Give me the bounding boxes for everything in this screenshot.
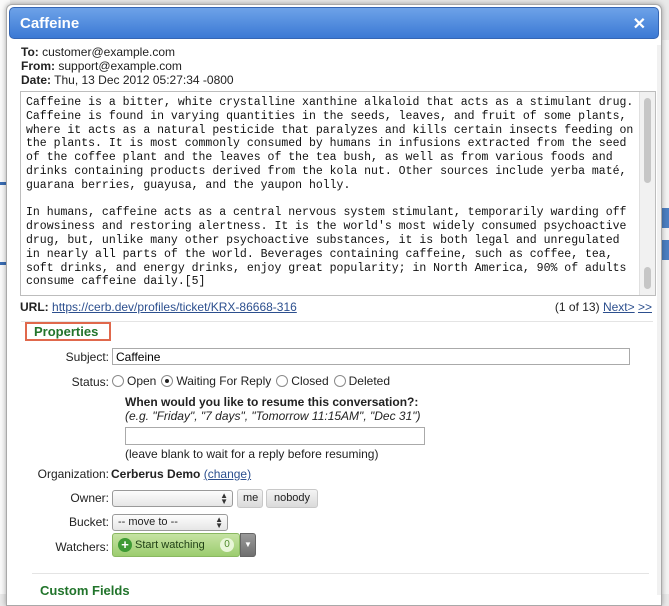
to-label: To:	[21, 45, 39, 59]
status-option-label: Waiting For Reply	[176, 374, 272, 388]
status-radio-open[interactable]	[112, 375, 124, 387]
message-body[interactable]: Caffeine is a bitter, white crystalline …	[20, 91, 656, 296]
ticket-url-link[interactable]: https://cerb.dev/profiles/ticket/KRX-866…	[52, 300, 297, 314]
resume-hint: (leave blank to wait for a reply before …	[125, 447, 379, 461]
bucket-label: Bucket:	[68, 515, 109, 529]
plus-icon: +	[118, 538, 132, 552]
owner-nobody-button[interactable]: nobody	[266, 489, 318, 508]
status-radio-group: Open Waiting For Reply Closed Deleted	[112, 373, 395, 389]
scrollbar-thumb-lower	[644, 267, 651, 289]
background-fragment	[661, 240, 669, 260]
from-label: From:	[21, 59, 55, 73]
select-arrows-icon: ▲ ▼	[215, 515, 223, 530]
scrollbar-thumb[interactable]	[644, 98, 651, 183]
select-arrows-icon: ▲ ▼	[220, 491, 228, 506]
date-value: Thu, 13 Dec 2012 05:27:34 -0800	[54, 73, 234, 87]
resume-examples: (e.g. "Friday", "7 days", "Tomorrow 11:1…	[125, 409, 421, 423]
message-content: Caffeine is a bitter, white crystalline …	[26, 96, 638, 289]
divider	[21, 321, 653, 322]
chevron-down-icon: ▼	[244, 540, 252, 549]
organization-change-link[interactable]: (change)	[204, 467, 251, 481]
custom-fields-divider	[32, 573, 649, 574]
next-link[interactable]: Next>	[603, 300, 635, 314]
organization-value: Cerberus Demo	[111, 467, 201, 481]
close-icon[interactable]: ✕	[633, 14, 646, 34]
status-label: Status:	[71, 375, 109, 389]
watchers-label: Watchers:	[55, 540, 109, 554]
status-radio-waiting[interactable]	[161, 375, 174, 387]
subject-label: Subject:	[65, 350, 109, 364]
bucket-select[interactable]: -- move to -- ▲ ▼	[112, 514, 228, 531]
dialog-titlebar[interactable]: Caffeine ✕	[9, 7, 659, 39]
date-label: Date:	[21, 73, 52, 87]
start-watching-label: Start watching	[135, 539, 205, 551]
message-paragraph-2: In humans, caffeine acts as a central ne…	[26, 206, 634, 289]
pager: (1 of 13) Next> >>	[555, 300, 652, 314]
status-option-label: Deleted	[348, 374, 391, 388]
status-option-label: Open	[127, 374, 157, 388]
dialog-title: Caffeine	[20, 15, 80, 32]
organization-label: Organization:	[37, 467, 109, 481]
to-value: customer@example.com	[42, 45, 175, 59]
owner-select[interactable]: ▲ ▼	[112, 490, 233, 507]
organization: Cerberus Demo (change)	[111, 467, 251, 481]
background-fragment	[661, 208, 669, 228]
watchers-dropdown-button[interactable]: ▼	[240, 533, 256, 557]
owner-me-button[interactable]: me	[237, 489, 263, 508]
message-paragraph-1: Caffeine is a bitter, white crystalline …	[26, 96, 641, 192]
ticket-peek-dialog: Caffeine ✕ To: customer@example.com From…	[6, 4, 662, 606]
custom-fields-title: Custom Fields	[40, 583, 130, 598]
from-value: support@example.com	[58, 59, 182, 73]
url-row: URL: https://cerb.dev/profiles/ticket/KR…	[20, 300, 656, 316]
dialog-scrollbar[interactable]	[657, 45, 661, 595]
owner-label: Owner:	[70, 491, 109, 505]
status-option-label: Closed	[291, 374, 329, 388]
resume-input[interactable]	[125, 427, 425, 445]
last-link[interactable]: >>	[638, 300, 652, 314]
subject-input[interactable]	[112, 348, 630, 365]
pager-count: (1 of 13)	[554, 300, 600, 314]
start-watching-button[interactable]: + Start watching 0	[112, 533, 240, 557]
properties-title: Properties	[34, 324, 99, 339]
resume-question: When would you like to resume this conve…	[125, 395, 419, 409]
message-scrollbar[interactable]	[639, 92, 655, 295]
message-headers: To: customer@example.com From: support@e…	[21, 45, 234, 87]
bucket-select-value: -- move to --	[118, 516, 178, 528]
status-radio-closed[interactable]	[276, 375, 289, 387]
url-label: URL:	[20, 300, 49, 314]
status-radio-deleted[interactable]	[333, 375, 346, 387]
watcher-count-badge: 0	[220, 538, 234, 552]
